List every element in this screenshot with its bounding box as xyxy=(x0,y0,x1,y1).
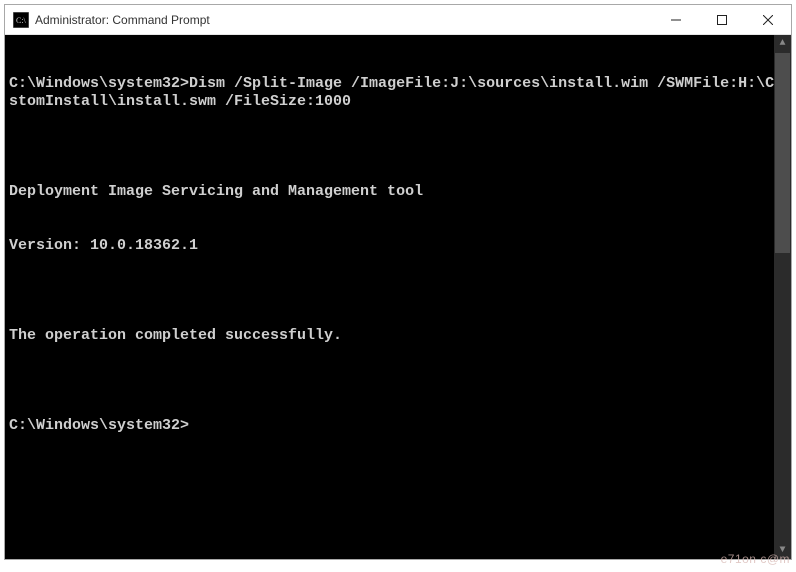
scrollbar-thumb[interactable] xyxy=(775,53,790,253)
scroll-up-button[interactable]: ▲ xyxy=(774,35,791,52)
terminal-line: C:\Windows\system32> xyxy=(9,417,785,435)
prompt: C:\Windows\system32> xyxy=(9,75,189,92)
maximize-icon xyxy=(717,15,727,25)
terminal-line: Deployment Image Servicing and Managemen… xyxy=(9,183,785,201)
svg-text:C:\: C:\ xyxy=(16,16,27,25)
cmd-icon: C:\ xyxy=(13,12,29,28)
terminal-line: C:\Windows\system32>Dism /Split-Image /I… xyxy=(9,75,785,111)
window-title: Administrator: Command Prompt xyxy=(35,13,210,27)
command-prompt-window: C:\ Administrator: Command Prompt C:\Win… xyxy=(4,4,792,560)
prompt: C:\Windows\system32> xyxy=(9,417,189,434)
terminal-line: The operation completed successfully. xyxy=(9,327,785,345)
maximize-button[interactable] xyxy=(699,5,745,35)
watermark: e71on c@m xyxy=(721,552,790,566)
close-button[interactable] xyxy=(745,5,791,35)
vertical-scrollbar[interactable]: ▲ ▼ xyxy=(774,35,791,559)
titlebar[interactable]: C:\ Administrator: Command Prompt xyxy=(5,5,791,35)
close-icon xyxy=(763,15,773,25)
minimize-button[interactable] xyxy=(653,5,699,35)
minimize-icon xyxy=(671,15,681,25)
terminal-line: Version: 10.0.18362.1 xyxy=(9,237,785,255)
terminal-area[interactable]: C:\Windows\system32>Dism /Split-Image /I… xyxy=(5,35,791,559)
